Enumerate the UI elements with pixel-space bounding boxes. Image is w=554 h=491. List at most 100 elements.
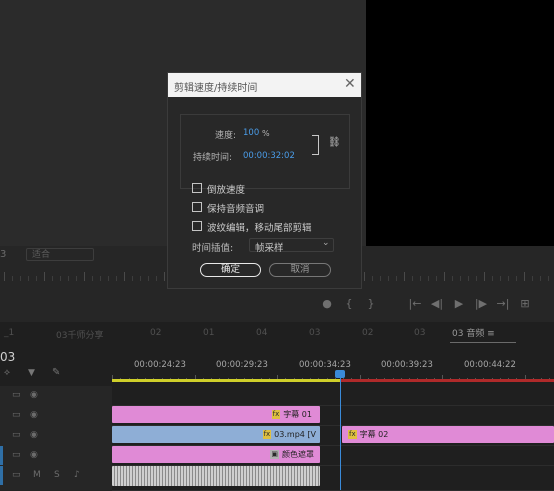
track-header-v2: ▭ ◉ [0,446,112,465]
track-lane-v3: fx 03.mp4 [V fx 字幕 02 [112,426,554,446]
film-icon[interactable]: ▭ [12,450,21,460]
tab-seq-3[interactable]: 02 [150,328,161,338]
track-lane-a1 [112,466,554,491]
ripple-edit-checkbox[interactable] [192,221,202,231]
reverse-speed-label: 倒放速度 [207,185,246,196]
speed-label: 速度: [215,131,237,141]
track-lane-v5 [112,386,554,406]
ruler-tick [420,276,421,281]
mute-icon[interactable]: M [33,470,41,480]
track-headers: ▭ ◉ ▭ ◉ ▭ ◉ ▭ ◉ ▭ M S ♪ [0,386,112,490]
ruler-tick [92,276,93,281]
ruler-tick [548,276,549,281]
ruler-tick [380,276,381,281]
ruler-tick [4,272,5,281]
ruler-tick [100,276,101,281]
ruler-label: 00:00:44:22 [464,360,516,370]
fx-badge: fx [271,410,281,419]
dialog-titlebar: 剪辑速度/持续时间 ✕ [168,73,361,97]
play-button[interactable]: ▶ [448,294,470,314]
snap-icon[interactable]: ⟡ [4,368,10,378]
tab-seq-8[interactable]: 03 [414,328,425,338]
ruler-tick [140,276,141,281]
playhead-handle[interactable] [335,370,345,378]
eye-icon[interactable]: ◉ [30,390,38,400]
speed-duration-group: 速度: 100 % 持续时间: 00:00:32:02 [180,114,350,189]
maintain-pitch-checkbox[interactable] [192,202,202,212]
program-monitor [366,0,554,246]
ruler-tick [132,276,133,281]
ruler-tick [12,276,13,281]
mark-out-button[interactable]: } [360,294,382,314]
mic-icon[interactable]: ♪ [74,470,80,480]
go-to-in-button[interactable]: |← [404,294,426,314]
ok-button[interactable]: 确定 [200,263,261,277]
ruler-tick [68,276,69,281]
marker-button[interactable]: ● [316,294,338,314]
ruler-tick [492,276,493,281]
tab-active-sequence[interactable]: 03 音频 ≡ [452,326,495,339]
timeline-timecode[interactable]: 03 [0,350,15,364]
go-to-out-button[interactable]: →| [492,294,514,314]
timeline-ruler[interactable]: 00:00:24:23 00:00:29:23 00:00:34:23 00:0… [112,352,554,382]
fit-label: 3 [0,249,7,260]
ruler-label: 00:00:24:23 [134,360,186,370]
fx-badge: fx [348,430,357,439]
reverse-speed-checkbox[interactable] [192,183,202,193]
ruler-tick [372,276,373,281]
ruler-tick [124,272,125,281]
ripple-edit-label: 波纹编辑，移动尾部剪辑 [207,223,312,234]
wrench-icon[interactable]: ✎ [52,367,60,378]
ruler-tick [148,276,149,281]
tab-seq-2[interactable]: 03千师分享 [56,328,103,341]
ruler-tick [388,276,389,281]
transport-controls: ● { } |← ◀| ▶ |▶ →| ⊞ [316,294,554,316]
ruler-tick [412,276,413,281]
tab-seq-1[interactable]: _1 [4,328,14,338]
video-clip-03[interactable]: fx 03.mp4 [V [112,426,320,443]
film-icon[interactable]: ▭ [12,470,21,480]
close-icon[interactable]: ✕ [344,76,356,92]
maintain-pitch-label: 保持音频音调 [207,204,265,215]
film-icon[interactable]: ▭ [12,410,21,420]
tab-seq-7[interactable]: 02 [362,328,373,338]
tab-seq-6[interactable]: 03 [309,328,320,338]
ruler-tick [476,276,477,281]
fx-badge: ▣ [270,450,279,459]
solo-icon[interactable]: S [54,470,60,480]
rendered-bar [112,379,340,382]
ruler-tick [524,272,525,281]
title-clip-02[interactable]: fx 字幕 02 [342,426,554,443]
cancel-button[interactable]: 取消 [269,263,331,277]
marker-icon[interactable]: ▼ [28,368,35,378]
step-forward-button[interactable]: |▶ [470,294,492,314]
ruler-tick [108,276,109,281]
eye-icon[interactable]: ◉ [30,450,38,460]
mark-in-button[interactable]: { [338,294,360,314]
speed-value[interactable]: 100 [243,128,259,138]
title-clip-01[interactable]: fx 字幕 01 [112,406,320,423]
fit-select[interactable]: 适合 [26,248,94,261]
film-icon[interactable]: ▭ [12,390,21,400]
eye-icon[interactable]: ◉ [30,430,38,440]
film-icon[interactable]: ▭ [12,430,21,440]
ruler-tick [84,272,85,281]
eye-icon[interactable]: ◉ [30,410,38,420]
step-back-button[interactable]: ◀| [426,294,448,314]
ruler-label: 00:00:29:23 [216,360,268,370]
ruler-tick [540,276,541,281]
duration-value[interactable]: 00:00:32:02 [243,151,295,161]
playhead-line [340,378,341,490]
color-matte-clip[interactable]: ▣ 颜色遮罩 [112,446,320,463]
export-frame-button[interactable]: ⊞ [514,294,536,314]
ruler-tick [396,276,397,281]
time-interpolation-select[interactable]: 帧采样 ⌄ [249,238,334,254]
audio-clip[interactable] [112,466,320,486]
track-target[interactable] [0,446,3,465]
ruler-tick [468,276,469,281]
track-target[interactable] [0,466,3,485]
tab-seq-4[interactable]: 01 [203,328,214,338]
clip-speed-dialog: 剪辑速度/持续时间 ✕ 速度: 100 % 持续时间: 00:00:32:02 … [167,72,362,289]
tab-seq-5[interactable]: 04 [256,328,267,338]
link-icon[interactable]: ⛓ [328,137,341,148]
